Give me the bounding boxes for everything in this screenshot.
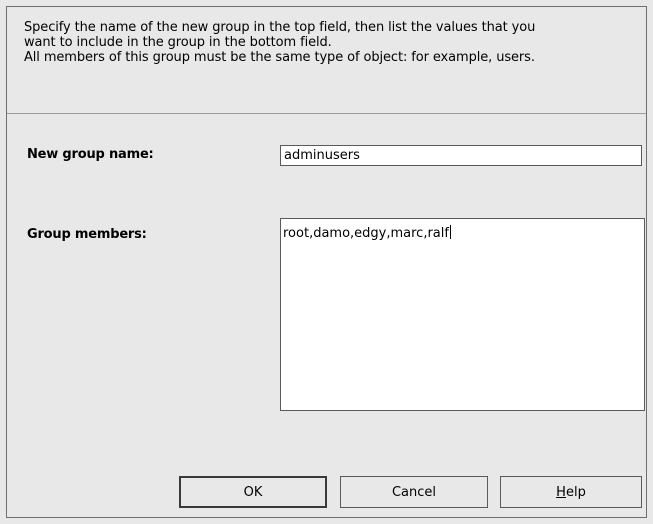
- instructions-line-3: All members of this group must be the sa…: [24, 50, 535, 65]
- group-members-textarea[interactable]: root,damo,edgy,marc,ralf: [280, 218, 645, 411]
- instructions-line-2: want to include in the group in the bott…: [24, 35, 332, 50]
- new-group-dialog: Specify the name of the new group in the…: [6, 6, 647, 518]
- group-members-label: Group members:: [27, 227, 147, 242]
- instructions-panel: Specify the name of the new group in the…: [7, 7, 646, 114]
- help-button-mnemonic: H: [556, 484, 566, 500]
- help-button-label: elp: [565, 484, 586, 500]
- group-name-label: New group name:: [27, 147, 154, 162]
- ok-button[interactable]: OK: [179, 476, 327, 508]
- ok-button-label: OK: [243, 484, 263, 500]
- group-members-value: root,damo,edgy,marc,ralf: [283, 226, 449, 241]
- cancel-button-label: Cancel: [391, 484, 437, 500]
- instructions-line-1: Specify the name of the new group in the…: [24, 20, 536, 35]
- cancel-button[interactable]: Cancel: [340, 476, 488, 508]
- text-caret: [449, 225, 451, 239]
- help-button[interactable]: Help: [500, 476, 642, 508]
- group-name-value: adminusers: [284, 148, 360, 163]
- group-name-input[interactable]: adminusers: [280, 145, 642, 166]
